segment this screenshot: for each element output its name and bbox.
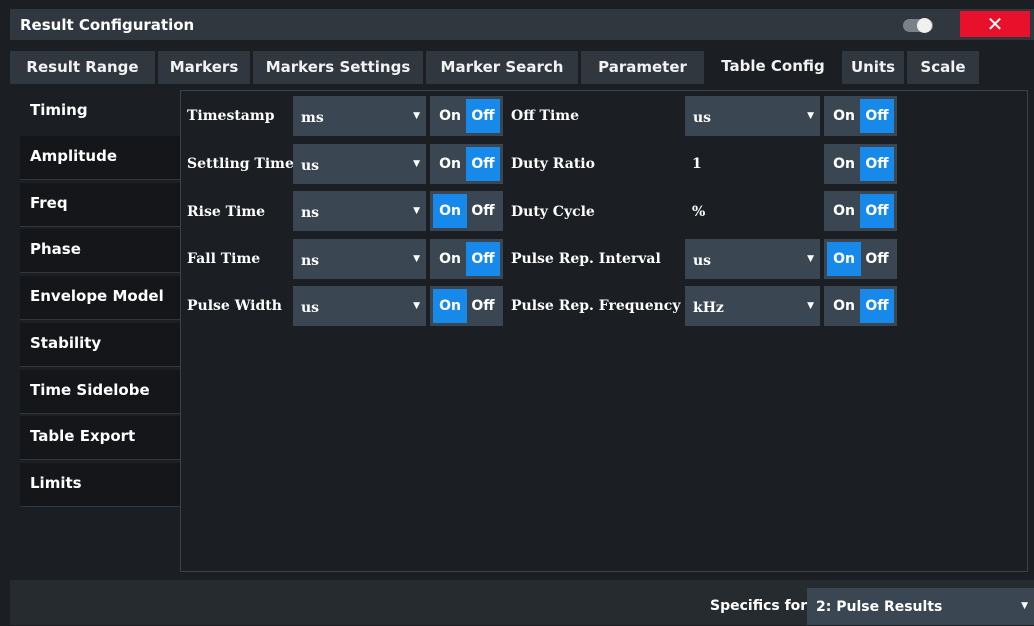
unit-dropdown-fall-time[interactable]: ns ▼ xyxy=(293,239,426,279)
chevron-down-icon: ▼ xyxy=(413,159,420,169)
chevron-down-icon: ▼ xyxy=(1021,601,1028,611)
unit-dropdown-rise-time[interactable]: ns ▼ xyxy=(293,191,426,231)
specifics-value: 2: Pulse Results xyxy=(816,599,943,615)
off-option[interactable]: Off xyxy=(466,194,500,228)
row-label-settling-time: Settling Time xyxy=(187,156,294,172)
row-label-pulse-rep-frequency: Pulse Rep. Frequency xyxy=(511,298,681,314)
window-title: Result Configuration xyxy=(20,16,195,34)
on-option[interactable]: On xyxy=(827,194,861,228)
toggle-timestamp[interactable]: On Off xyxy=(430,96,503,136)
specifics-label: Specifics for xyxy=(710,598,808,614)
off-option[interactable]: Off xyxy=(860,147,894,181)
sidebar-item-limits[interactable]: Limits xyxy=(20,463,180,507)
on-option[interactable]: On xyxy=(433,99,467,133)
unit-value: ns xyxy=(301,253,320,269)
duty-ratio-unit: 1 xyxy=(692,156,702,172)
toggle-fall-time[interactable]: On Off xyxy=(430,239,503,279)
chevron-down-icon: ▼ xyxy=(807,301,814,311)
tab-marker-search[interactable]: Marker Search xyxy=(426,51,578,84)
tab-bar: Result Range Markers Markers Settings Ma… xyxy=(10,47,1034,86)
title-bar: Result Configuration ✕ xyxy=(10,9,1034,40)
chevron-down-icon: ▼ xyxy=(807,111,814,121)
toggle-duty-cycle[interactable]: On Off xyxy=(824,191,897,231)
tab-table-config[interactable]: Table Config xyxy=(707,48,839,86)
off-option[interactable]: Off xyxy=(860,99,894,133)
tab-markers-settings[interactable]: Markers Settings xyxy=(253,51,423,84)
row-label-pulse-rep-interval: Pulse Rep. Interval xyxy=(511,251,661,267)
tab-scale[interactable]: Scale xyxy=(907,51,979,84)
on-option[interactable]: On xyxy=(433,194,467,228)
unit-dropdown-settling-time[interactable]: us ▼ xyxy=(293,144,426,184)
unit-value: us xyxy=(693,110,712,126)
duty-cycle-unit: % xyxy=(692,204,706,220)
sidebar-item-freq[interactable]: Freq xyxy=(20,183,180,227)
tab-markers[interactable]: Markers xyxy=(158,51,250,84)
specifics-dropdown[interactable]: 2: Pulse Results ▼ xyxy=(807,588,1034,625)
sidebar-item-phase[interactable]: Phase xyxy=(20,229,180,273)
off-option[interactable]: Off xyxy=(860,242,894,276)
off-option[interactable]: Off xyxy=(860,289,894,323)
on-option[interactable]: On xyxy=(433,242,467,276)
unit-dropdown-pulse-rep-frequency[interactable]: kHz ▼ xyxy=(685,286,820,326)
toggle-off-time[interactable]: On Off xyxy=(824,96,897,136)
row-label-timestamp: Timestamp xyxy=(187,108,275,124)
row-label-rise-time: Rise Time xyxy=(187,204,266,220)
off-option[interactable]: Off xyxy=(860,194,894,228)
on-option[interactable]: On xyxy=(433,147,467,181)
chevron-down-icon: ▼ xyxy=(807,254,814,264)
chevron-down-icon: ▼ xyxy=(413,301,420,311)
on-option[interactable]: On xyxy=(827,242,861,276)
sidebar-item-stability[interactable]: Stability xyxy=(20,323,180,367)
sidebar-item-table-export[interactable]: Table Export xyxy=(20,416,180,460)
tab-units[interactable]: Units xyxy=(842,51,904,84)
tab-result-range[interactable]: Result Range xyxy=(10,51,155,84)
unit-value: us xyxy=(693,253,712,269)
row-label-duty-cycle: Duty Cycle xyxy=(511,204,595,220)
unit-value: kHz xyxy=(693,300,724,316)
chevron-down-icon: ▼ xyxy=(413,111,420,121)
sidebar-item-envelope-model[interactable]: Envelope Model xyxy=(20,276,180,320)
toggle-duty-ratio[interactable]: On Off xyxy=(824,144,897,184)
toggle-icon[interactable] xyxy=(903,18,933,33)
unit-value: ns xyxy=(301,205,320,221)
tab-parameter[interactable]: Parameter xyxy=(581,51,704,84)
unit-dropdown-pulse-rep-interval[interactable]: us ▼ xyxy=(685,239,820,279)
toggle-rise-time[interactable]: On Off xyxy=(430,191,503,231)
toggle-pulse-width[interactable]: On Off xyxy=(430,286,503,326)
unit-value: ms xyxy=(301,110,324,126)
unit-dropdown-timestamp[interactable]: ms ▼ xyxy=(293,96,426,136)
sidebar-item-amplitude[interactable]: Amplitude xyxy=(20,136,180,180)
sidebar-item-time-sidelobe[interactable]: Time Sidelobe xyxy=(20,370,180,414)
unit-dropdown-off-time[interactable]: us ▼ xyxy=(685,96,820,136)
row-label-off-time: Off Time xyxy=(511,108,580,124)
toggle-pulse-rep-interval[interactable]: On Off xyxy=(824,239,897,279)
on-option[interactable]: On xyxy=(827,99,861,133)
unit-value: us xyxy=(301,300,320,316)
footer-bar: Specifics for 2: Pulse Results ▼ xyxy=(10,580,1034,625)
off-option[interactable]: Off xyxy=(466,99,500,133)
on-option[interactable]: On xyxy=(827,289,861,323)
off-option[interactable]: Off xyxy=(466,242,500,276)
unit-dropdown-pulse-width[interactable]: us ▼ xyxy=(293,286,426,326)
sidebar-item-timing[interactable]: Timing xyxy=(20,90,182,134)
row-label-pulse-width: Pulse Width xyxy=(187,298,282,314)
toggle-settling-time[interactable]: On Off xyxy=(430,144,503,184)
on-option[interactable]: On xyxy=(827,147,861,181)
toggle-pulse-rep-frequency[interactable]: On Off xyxy=(824,286,897,326)
on-option[interactable]: On xyxy=(433,289,467,323)
chevron-down-icon: ▼ xyxy=(413,206,420,216)
off-option[interactable]: Off xyxy=(466,147,500,181)
chevron-down-icon: ▼ xyxy=(413,254,420,264)
row-label-fall-time: Fall Time xyxy=(187,251,261,267)
toggle-knob xyxy=(917,18,932,33)
close-button[interactable]: ✕ xyxy=(960,11,1030,37)
row-label-duty-ratio: Duty Ratio xyxy=(511,156,595,172)
unit-value: us xyxy=(301,158,320,174)
off-option[interactable]: Off xyxy=(466,289,500,323)
